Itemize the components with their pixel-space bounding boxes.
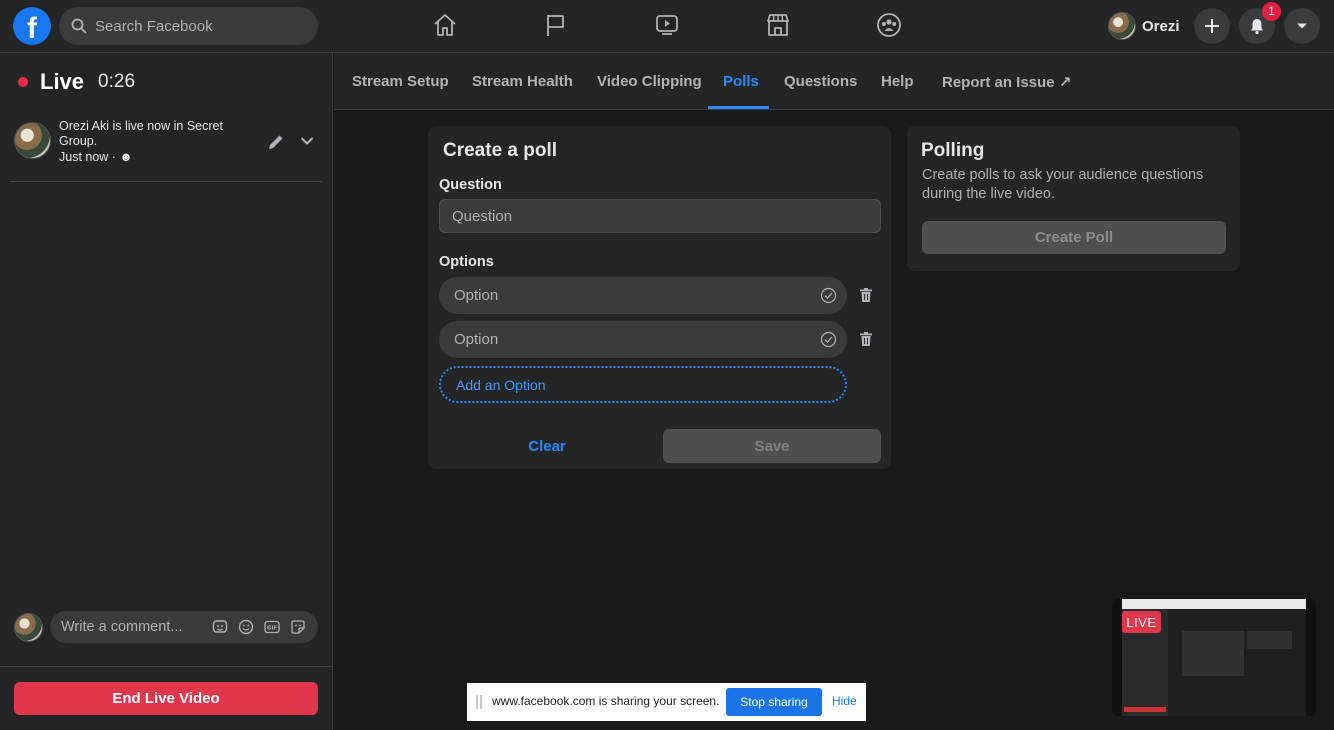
account-menu-button[interactable]	[1284, 8, 1320, 44]
stop-sharing-button[interactable]: Stop sharing	[726, 688, 822, 716]
tab-report-an-issue[interactable]: Report an Issue ↗	[942, 73, 1071, 91]
create-button[interactable]	[1194, 8, 1230, 44]
preview-card	[1247, 631, 1292, 649]
bell-icon	[1251, 19, 1263, 35]
polling-description: Create polls to ask your audience questi…	[922, 167, 1204, 202]
comment-input[interactable]: Write a comment... GIF	[50, 611, 318, 643]
tab-questions[interactable]: Questions	[784, 73, 857, 90]
divider	[10, 181, 322, 182]
avatar	[14, 613, 43, 642]
save-button[interactable]: Save	[663, 429, 881, 463]
marketplace-icon[interactable]	[765, 12, 791, 38]
pencil-icon[interactable]	[266, 132, 286, 152]
avatar	[1108, 12, 1136, 40]
end-live-video-button[interactable]: End Live Video	[14, 682, 318, 715]
search-placeholder: Search Facebook	[95, 17, 213, 35]
live-indicator-dot	[18, 77, 28, 87]
add-option-button[interactable]: Add an Option	[439, 366, 847, 403]
polling-card: Polling Create polls to ask your audienc…	[907, 126, 1240, 271]
facebook-logo-icon[interactable]: f	[13, 7, 51, 45]
live-producer-tabs: Stream Setup Stream Health Video Clippin…	[334, 53, 1334, 110]
avatar	[14, 122, 51, 159]
screen-share-bar: www.facebook.com is sharing your screen.…	[467, 683, 866, 721]
live-status: Live 0:26	[18, 69, 135, 95]
tab-help[interactable]: Help	[881, 73, 914, 90]
search-icon	[71, 18, 87, 34]
question-placeholder: Question	[452, 207, 513, 225]
profile-button[interactable]: Orezi	[1108, 12, 1180, 40]
watch-icon[interactable]	[654, 12, 680, 38]
preview-card	[1182, 631, 1244, 676]
option-placeholder: Option	[454, 287, 499, 304]
tab-stream-health[interactable]: Stream Health	[472, 73, 573, 90]
gif-icon[interactable]: GIF	[264, 619, 280, 635]
svg-text:GIF: GIF	[267, 626, 278, 632]
profile-name: Orezi	[1142, 17, 1180, 35]
drag-handle-icon[interactable]	[476, 695, 482, 709]
question-label: Question	[439, 177, 502, 193]
sticker-icon[interactable]	[290, 619, 306, 635]
check-circle-icon[interactable]	[820, 287, 837, 304]
live-badge: LIVE	[1122, 611, 1161, 633]
groups-icon[interactable]	[876, 12, 902, 38]
home-icon[interactable]	[432, 12, 458, 38]
top-navigation-bar: f Search Facebook Orezi 1	[0, 0, 1334, 53]
preview-browser-bar	[1122, 599, 1306, 609]
live-label: Live	[40, 69, 85, 94]
check-circle-icon[interactable]	[820, 331, 837, 348]
question-input[interactable]: Question	[439, 199, 881, 233]
active-tab-indicator	[708, 106, 769, 109]
post-timestamp: Just now · ☻	[59, 150, 133, 164]
divider	[0, 666, 333, 667]
emoji-icon[interactable]	[238, 619, 254, 635]
post-text: Orezi Aki is live now in Secret Group.	[59, 119, 223, 148]
notification-badge: 1	[1262, 2, 1281, 21]
options-label: Options	[439, 254, 494, 270]
preview-button	[1124, 707, 1166, 712]
caret-down-icon	[1297, 23, 1307, 29]
card-title: Create a poll	[443, 140, 558, 161]
flag-icon[interactable]	[543, 12, 569, 38]
live-timer: 0:26	[98, 71, 136, 92]
plus-icon	[1205, 19, 1219, 33]
live-sidebar: Live 0:26 Orezi Aki is live now in Secre…	[0, 53, 333, 730]
tab-stream-setup[interactable]: Stream Setup	[352, 73, 449, 90]
option-placeholder: Option	[454, 331, 499, 348]
comment-placeholder: Write a comment...	[61, 619, 183, 635]
comment-composer: Write a comment... GIF	[14, 611, 319, 643]
hide-button[interactable]: Hide	[832, 694, 857, 708]
card-title: Polling	[921, 140, 985, 161]
tab-polls[interactable]: Polls	[723, 73, 759, 90]
create-poll-card: Create a poll Question Question Options …	[428, 126, 891, 469]
search-input[interactable]: Search Facebook	[59, 7, 318, 45]
share-message: www.facebook.com is sharing your screen.	[492, 694, 720, 708]
avatar-sticker-icon[interactable]	[212, 619, 228, 635]
clear-button[interactable]: Clear	[439, 429, 655, 463]
create-poll-button[interactable]: Create Poll	[922, 221, 1226, 254]
option-input-2[interactable]: Option	[439, 321, 847, 358]
trash-icon[interactable]	[858, 287, 874, 303]
tab-video-clipping[interactable]: Video Clipping	[597, 73, 702, 90]
add-option-label: Add an Option	[456, 376, 546, 393]
option-input-1[interactable]: Option	[439, 277, 847, 314]
trash-icon[interactable]	[858, 331, 874, 347]
chevron-down-icon[interactable]	[300, 134, 314, 148]
